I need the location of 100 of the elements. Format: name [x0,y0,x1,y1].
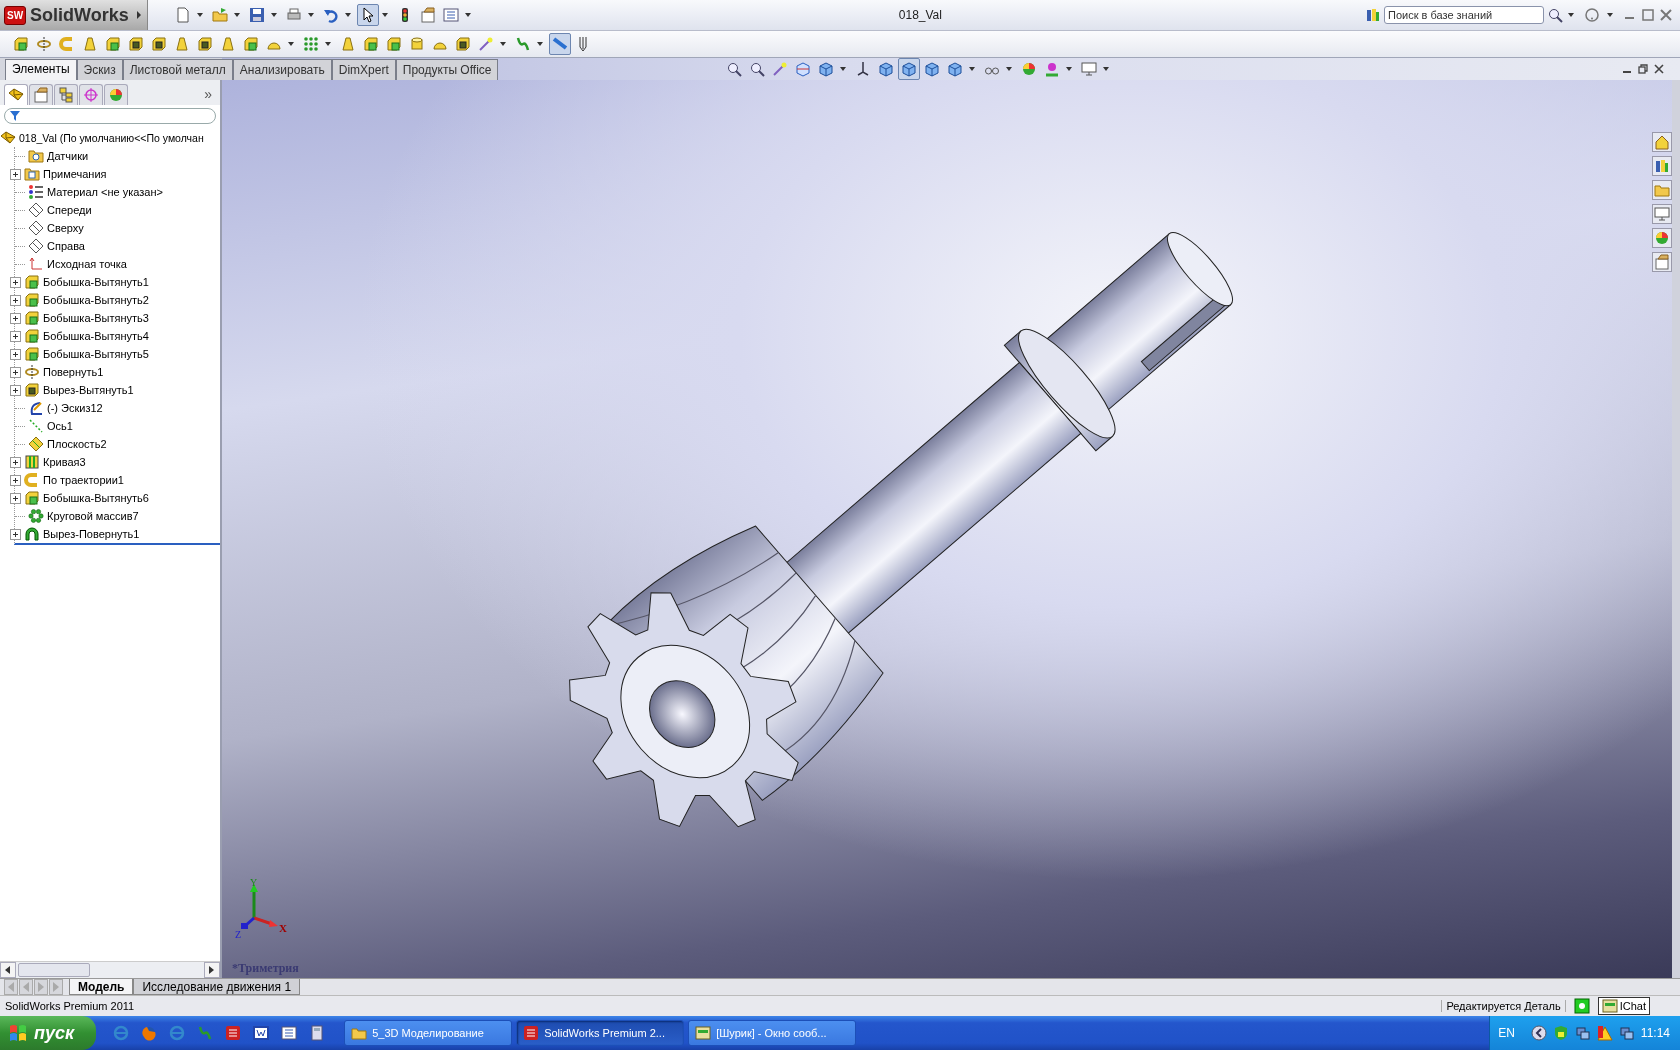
command-tab[interactable]: DimXpert [331,59,396,80]
caret-icon[interactable] [381,13,388,17]
panel-tab[interactable] [4,83,28,105]
tree-item[interactable]: Кривая3 [43,456,86,468]
shaft-gear-drawing[interactable] [569,232,1233,828]
caret-icon[interactable] [969,67,976,71]
expand-icon[interactable] [10,312,21,324]
caret-icon[interactable] [1066,67,1073,71]
close-icon[interactable] [1660,9,1672,21]
panel-tab[interactable] [104,83,128,105]
tree-item[interactable]: Материал <не указан> [47,186,163,198]
expand-arrow-icon[interactable] [136,11,141,19]
expand-icon[interactable] [10,492,21,504]
close-icon[interactable] [1654,64,1664,74]
task-pane-button[interactable] [1652,132,1672,152]
horizontal-scrollbar[interactable] [0,961,220,978]
tree-item[interactable]: Плоскость2 [47,438,107,450]
tray-icon[interactable] [1574,1025,1591,1041]
tree-item[interactable]: Вырез-Повернуть1 [43,528,140,540]
tree-item[interactable]: Примечания [43,168,107,180]
expand-icon[interactable] [10,276,21,288]
tree-item[interactable]: По траектории1 [43,474,124,486]
command-tab[interactable]: Эскиз [76,59,123,80]
tree-item[interactable]: Вырез-Вытянуть1 [43,384,134,396]
task-pane-button[interactable] [1652,180,1672,200]
taskbar-button[interactable]: [Шурик] - Окно сооб... [688,1020,857,1046]
expand-icon[interactable] [10,168,21,180]
tree-item[interactable]: Исходная точка [47,258,127,270]
command-tab[interactable]: Продукты Office [395,59,499,80]
tree-item[interactable]: Бобышка-Вытянуть2 [43,294,149,306]
model-tab[interactable]: Модель [69,979,134,995]
zoom-icon[interactable] [1547,7,1563,23]
tree-item[interactable]: Круговой массив7 [47,510,139,522]
tree-item[interactable]: Ось1 [47,420,73,432]
tree-item[interactable]: Справа [47,240,85,252]
command-tab[interactable]: Анализировать [232,59,332,80]
task-pane-button[interactable] [1652,252,1672,272]
caret-icon[interactable] [464,13,471,17]
tree-item[interactable]: Бобышка-Вытянуть4 [43,330,149,342]
right-arrow-icon[interactable] [209,966,215,974]
caret-icon[interactable] [270,13,277,17]
tree-item[interactable]: Повернуть1 [43,366,104,378]
caret-icon[interactable] [233,13,240,17]
maximize-icon[interactable] [1642,9,1654,21]
caret-icon[interactable] [500,42,506,46]
left-arrow-icon[interactable] [5,966,11,974]
caret-icon[interactable] [1568,13,1574,17]
caret-icon[interactable] [1006,67,1013,71]
caret-icon[interactable] [325,42,331,46]
caret-icon[interactable] [196,13,203,17]
help-icon[interactable] [1585,8,1599,22]
model-tab[interactable]: Исследование движения 1 [133,979,301,995]
expand-icon[interactable] [10,456,21,468]
task-pane-button[interactable] [1652,204,1672,224]
taskbar-button[interactable]: 5_3D Моделирование [344,1020,513,1046]
tree-item[interactable]: Бобышка-Вытянуть6 [43,492,149,504]
tray-icon[interactable] [1618,1025,1635,1041]
command-tab[interactable]: Элементы [5,59,77,80]
expand-icon[interactable] [10,348,21,360]
app-logo[interactable]: SW SolidWorks [0,0,148,30]
expand-icon[interactable] [10,474,21,486]
tree-item[interactable]: Бобышка-Вытянуть3 [43,312,149,324]
expand-icon[interactable] [10,330,21,342]
expand-icon[interactable] [10,366,21,378]
caret-icon[interactable] [344,13,351,17]
panel-tab[interactable] [79,83,103,105]
start-button[interactable]: пуск [0,1016,97,1050]
caret-icon[interactable] [1103,67,1110,71]
toolbar-button[interactable] [356,4,379,26]
taskbar-button[interactable]: SolidWorks Premium 2... [516,1020,685,1046]
tree-item[interactable]: Датчики [47,150,89,162]
caret-icon[interactable] [288,42,294,46]
command-tab[interactable]: Листовой металл [122,59,233,80]
caret-icon[interactable] [537,42,543,46]
warning-icon[interactable] [1596,1025,1613,1041]
scroll-thumb[interactable] [18,963,90,977]
caret-icon[interactable] [307,13,314,17]
panel-tab[interactable] [54,83,78,105]
chevron-icon[interactable] [1530,1025,1547,1041]
task-pane-button[interactable] [1652,228,1672,248]
tree-item[interactable]: 018_Val (По умолчанию<<По умолчан [19,132,204,144]
expand-icon[interactable] [10,294,21,306]
caret-icon[interactable] [840,67,847,71]
task-pane-button[interactable] [1652,156,1672,176]
caret-icon[interactable] [1607,13,1613,17]
expand-icon[interactable] [10,528,21,540]
help-icon[interactable] [1573,998,1590,1014]
tree-item[interactable]: Спереди [47,204,92,216]
filter-field[interactable] [4,108,216,124]
search-field[interactable]: Поиск в базе знаний [1384,6,1544,24]
shield-icon[interactable] [1552,1025,1569,1041]
tree-item[interactable]: (-) Эскиз12 [47,402,103,414]
expand-icon[interactable] [10,384,21,396]
more-button[interactable]: » [200,86,216,102]
panel-tab[interactable] [29,83,53,105]
tree-item[interactable]: Бобышка-Вытянуть5 [43,348,149,360]
tree-item[interactable]: Сверху [47,222,84,234]
restore-icon[interactable] [1638,64,1648,74]
tree-item[interactable]: Бобышка-Вытянуть1 [43,276,149,288]
chat-button[interactable]: IChat [1597,997,1650,1015]
